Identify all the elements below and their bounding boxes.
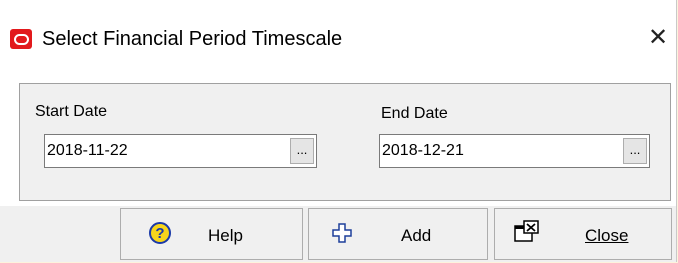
start-date-label: Start Date: [35, 103, 108, 120]
start-date-value[interactable]: 2018-11-22: [47, 142, 128, 160]
add-button-label: Add: [401, 226, 432, 245]
end-date-label: End Date: [381, 105, 448, 122]
start-date-field[interactable]: 2018-11-22 ...: [44, 134, 317, 168]
dialog-title: Select Financial Period Timescale: [42, 28, 343, 50]
help-button-label: Help: [208, 226, 243, 245]
close-button-label: Close: [585, 226, 629, 245]
oracle-logo-icon: [10, 29, 32, 49]
help-icon: ?: [149, 222, 171, 244]
start-date-picker-button[interactable]: ...: [290, 138, 314, 164]
close-window-icon: [514, 220, 539, 242]
select-financial-period-dialog: Select Financial Period Timescale ✕ Star…: [0, 0, 677, 262]
close-button[interactable]: Close: [494, 208, 672, 260]
title-bar: Select Financial Period Timescale ✕: [0, 0, 676, 80]
button-bar: ? Help Add Close: [0, 206, 676, 262]
end-date-value[interactable]: 2018-12-21: [382, 142, 464, 160]
add-button[interactable]: Add: [308, 208, 488, 260]
end-date-field[interactable]: 2018-12-21 ...: [379, 134, 650, 168]
date-range-panel: Start Date 2018-11-22 ... End Date 2018-…: [19, 83, 671, 201]
end-date-picker-button[interactable]: ...: [623, 138, 647, 164]
help-button[interactable]: ? Help: [120, 208, 303, 260]
help-icon-glyph: ?: [155, 225, 165, 242]
plus-icon: [332, 223, 352, 243]
close-window-x-button[interactable]: ✕: [642, 23, 674, 55]
